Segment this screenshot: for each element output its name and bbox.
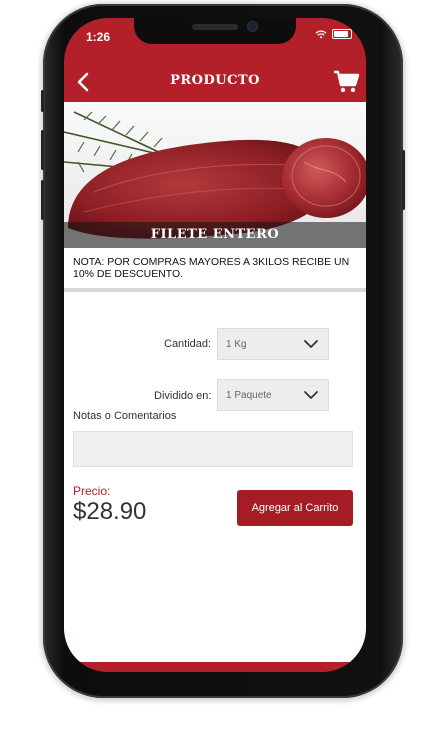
side-button-mute xyxy=(41,90,44,112)
cart-icon[interactable] xyxy=(332,68,360,94)
divided-value: 1 Paquete xyxy=(226,390,272,401)
notes-field[interactable] xyxy=(73,431,353,467)
notch xyxy=(134,18,296,44)
bottom-bar xyxy=(64,662,366,672)
chevron-down-icon xyxy=(304,391,318,399)
chevron-down-icon xyxy=(304,340,318,348)
quantity-select[interactable]: 1 Kg xyxy=(217,328,329,360)
divided-select[interactable]: 1 Paquete xyxy=(217,379,329,411)
nav-bar: PRODUCTO xyxy=(64,62,366,102)
quantity-label: Cantidad: xyxy=(164,338,212,350)
quantity-value: 1 Kg xyxy=(226,339,247,350)
product-name: FILETE ENTERO xyxy=(64,222,366,248)
product-content: FILETE ENTERO NOTA: POR COMPRAS MAYORES … xyxy=(64,102,366,662)
wifi-icon xyxy=(315,29,327,38)
page-title: PRODUCTO xyxy=(170,73,260,88)
discount-note: NOTA: POR COMPRAS MAYORES A 3KILOS RECIB… xyxy=(64,248,366,292)
side-button-power xyxy=(402,150,405,210)
side-button-volume-down xyxy=(41,180,44,220)
divided-label: Dividido en: xyxy=(154,390,212,402)
price-value: $28.90 xyxy=(73,498,147,525)
battery-icon xyxy=(332,29,352,39)
add-to-cart-button[interactable]: Agregar al Carrito xyxy=(237,490,353,526)
price-label: Precio: xyxy=(73,484,111,498)
status-time: 1:26 xyxy=(86,30,111,44)
camera xyxy=(248,22,257,31)
speaker xyxy=(192,24,238,30)
side-button-volume-up xyxy=(41,130,44,170)
notes-label: Notas o Comentarios xyxy=(73,410,177,422)
app-screen: 1:26 PRODUCTO FILETE ENTERO NOTA: POR CO… xyxy=(64,18,366,672)
product-image: FILETE ENTERO xyxy=(64,102,366,248)
status-icons xyxy=(315,29,352,39)
